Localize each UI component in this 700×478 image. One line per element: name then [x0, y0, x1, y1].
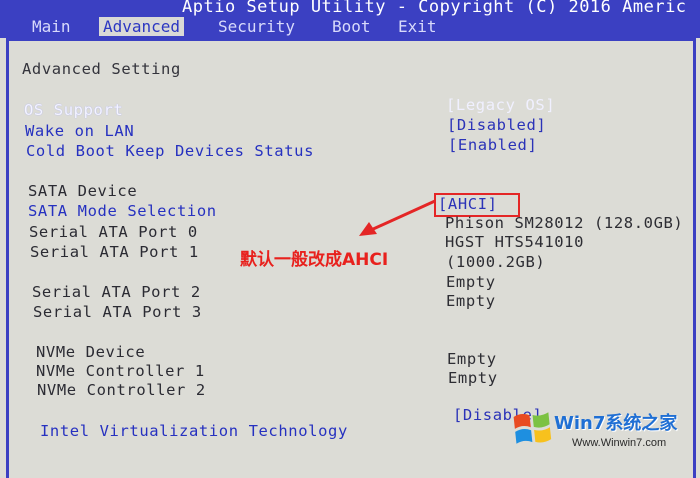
windows-flag-icon — [513, 412, 552, 444]
section-title: Advanced Setting — [22, 60, 181, 78]
cold-boot-value[interactable]: [Enabled] — [448, 136, 537, 154]
wake-on-lan-value[interactable]: [Disabled] — [447, 116, 546, 134]
os-support-label[interactable]: OS Support — [24, 101, 123, 119]
sata-port-2-value: Empty — [446, 273, 496, 291]
tab-advanced[interactable]: Advanced — [99, 17, 185, 36]
nvme-controller-1-value: Empty — [447, 350, 497, 368]
nvme-controller-2-label: NVMe Controller 2 — [37, 381, 206, 399]
virtualization-label[interactable]: Intel Virtualization Technology — [40, 422, 348, 440]
sata-port-3-label: Serial ATA Port 3 — [33, 303, 202, 321]
wake-on-lan-label[interactable]: Wake on LAN — [25, 122, 134, 140]
sata-mode-label[interactable]: SATA Mode Selection — [28, 202, 217, 220]
sata-port-1-size: (1000.2GB) — [446, 253, 546, 271]
sata-device-heading: SATA Device — [28, 182, 138, 200]
nvme-controller-2-value: Empty — [448, 369, 498, 387]
tab-exit[interactable]: Exit — [398, 17, 437, 36]
tab-boot[interactable]: Boot — [332, 17, 371, 36]
os-support-value[interactable]: [Legacy OS] — [446, 96, 555, 114]
tab-security[interactable]: Security — [218, 17, 295, 36]
watermark-title: Win7系统之家 — [554, 413, 678, 434]
sata-port-1-label: Serial ATA Port 1 — [30, 243, 199, 261]
nvme-device-heading: NVMe Device — [36, 343, 146, 361]
annotation-text: 默认一般改成AHCI — [240, 250, 389, 270]
nvme-controller-1-label: NVMe Controller 1 — [36, 362, 205, 380]
sata-port-1-value: HGST HTS541010 — [445, 233, 585, 251]
sata-port-0-value: Phison SM28012 (128.0GB) — [445, 214, 684, 232]
header-bar: Aptio Setup Utility - Copyright (C) 2016… — [0, 0, 700, 38]
tab-main[interactable]: Main — [32, 17, 71, 36]
sata-port-2-label: Serial ATA Port 2 — [32, 283, 201, 301]
watermark-url: Www.Winwin7.com — [572, 437, 667, 449]
sata-port-0-label: Serial ATA Port 0 — [29, 223, 198, 241]
annotation-arrow — [359, 199, 436, 236]
cold-boot-label[interactable]: Cold Boot Keep Devices Status — [26, 142, 314, 160]
sata-port-3-value: Empty — [446, 292, 496, 310]
app-title: Aptio Setup Utility - Copyright (C) 2016… — [182, 0, 687, 17]
